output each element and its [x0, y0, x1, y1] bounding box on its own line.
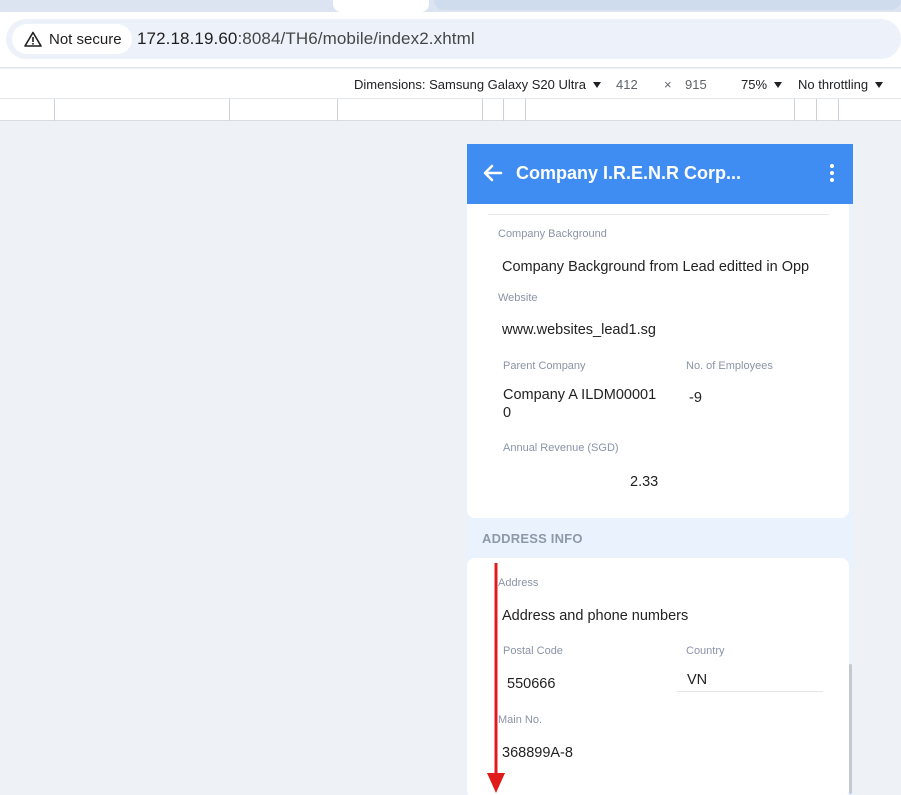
- browser-tab[interactable]: [434, 0, 901, 10]
- security-indicator[interactable]: Not secure: [12, 24, 132, 54]
- media-query-ruler[interactable]: [0, 99, 901, 121]
- more-options-icon[interactable]: [829, 164, 835, 184]
- postal-code-label: Postal Code: [503, 645, 563, 657]
- website-label: Website: [498, 292, 538, 304]
- address-info-card: Address Address and phone numbers Postal…: [467, 558, 849, 795]
- employees-field[interactable]: -9: [689, 390, 702, 406]
- caret-down-icon: [774, 81, 783, 88]
- throttling-select[interactable]: No throttling: [798, 77, 884, 92]
- down-arrow-annotation-icon: [487, 563, 505, 793]
- zoom-value: 75%: [741, 77, 768, 92]
- annual-revenue-field[interactable]: 2.33: [630, 474, 658, 490]
- divider: [488, 214, 829, 215]
- device-toolbar: Dimensions: Samsung Galaxy S20 Ultra 412…: [0, 69, 901, 99]
- main-no-field[interactable]: 368899A-8: [502, 745, 573, 761]
- country-label: Country: [686, 645, 725, 657]
- warning-icon: [24, 31, 42, 47]
- website-field[interactable]: www.websites_lead1.sg: [502, 322, 656, 338]
- url-path: :8084/TH6/mobile/index2.xhtml: [237, 29, 475, 48]
- zoom-select[interactable]: 75%: [741, 77, 783, 92]
- caret-down-icon: [592, 81, 601, 88]
- browser-tab-active[interactable]: [333, 0, 429, 12]
- tab-strip: [0, 0, 901, 12]
- throttling-value: No throttling: [798, 77, 869, 92]
- security-label: Not secure: [49, 30, 122, 48]
- address-info-section-title: ADDRESS INFO: [482, 531, 583, 546]
- postal-code-field[interactable]: 550666: [507, 676, 555, 692]
- mobile-screen: Company I.R.E.N.R Corp... Company Backgr…: [467, 144, 853, 795]
- company-info-card: Company Background Company Background fr…: [467, 204, 849, 518]
- address-field[interactable]: Address and phone numbers: [502, 608, 688, 624]
- scrollbar[interactable]: [849, 664, 852, 794]
- device-height-input[interactable]: 915: [685, 77, 707, 92]
- back-arrow-icon[interactable]: [481, 162, 503, 184]
- address-bar: Not secure 172.18.19.60:8084/TH6/mobile/…: [0, 12, 901, 68]
- parent-company-label: Parent Company: [503, 360, 586, 372]
- annual-revenue-label: Annual Revenue (SGD): [503, 442, 619, 454]
- dimension-separator: ×: [664, 77, 672, 92]
- caret-down-icon: [875, 81, 884, 88]
- company-background-label: Company Background: [498, 228, 607, 240]
- app-bar: Company I.R.E.N.R Corp...: [467, 144, 853, 204]
- device-width-value: 412: [616, 77, 638, 92]
- page-title: Company I.R.E.N.R Corp...: [516, 163, 742, 183]
- company-background-field[interactable]: Company Background from Lead editted in …: [502, 259, 816, 275]
- device-width-input[interactable]: 412: [616, 77, 638, 92]
- parent-company-field-line2[interactable]: 0: [503, 405, 511, 421]
- omnibox[interactable]: Not secure 172.18.19.60:8084/TH6/mobile/…: [6, 19, 901, 59]
- url-host: 172.18.19.60: [137, 29, 238, 48]
- device-dimensions-label: Dimensions: Samsung Galaxy S20 Ultra: [354, 77, 586, 92]
- device-height-value: 915: [685, 77, 707, 92]
- country-field-underline: [677, 691, 823, 692]
- parent-company-field-line1[interactable]: Company A ILDM00001: [503, 387, 656, 403]
- times-sign: ×: [664, 77, 672, 92]
- url-text[interactable]: 172.18.19.60:8084/TH6/mobile/index2.xhtm…: [137, 29, 475, 49]
- device-dimensions-select[interactable]: Dimensions: Samsung Galaxy S20 Ultra: [354, 77, 601, 92]
- country-field[interactable]: VN: [687, 672, 707, 688]
- employees-label: No. of Employees: [686, 360, 773, 372]
